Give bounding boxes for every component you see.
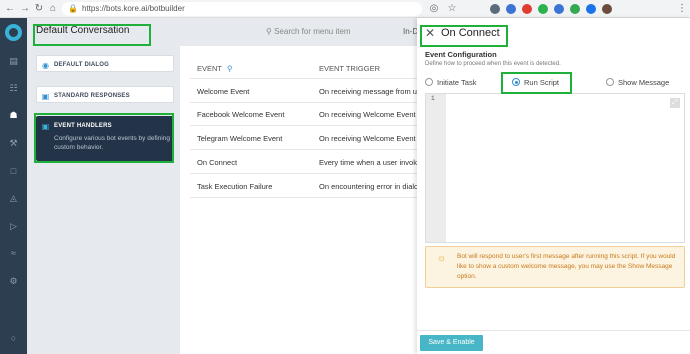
- back-icon[interactable]: ←: [4, 3, 16, 15]
- extension-icon-7[interactable]: [586, 4, 596, 14]
- divider: [190, 197, 417, 198]
- divider: [190, 173, 417, 174]
- intents-icon[interactable]: ☷: [8, 83, 19, 94]
- location-icon[interactable]: ◎: [428, 3, 440, 15]
- kore-logo-icon[interactable]: [5, 24, 22, 41]
- bookmark-star-icon[interactable]: ☆: [446, 3, 458, 15]
- panel-title: On Connect: [441, 27, 500, 39]
- extension-icon-8[interactable]: [602, 4, 612, 14]
- column-header-event[interactable]: EVENT ⚲: [197, 64, 232, 73]
- divider: [190, 149, 417, 150]
- status-indicator: In-D: [403, 27, 419, 36]
- browser-toolbar: ← → ↻ ⌂ 🔒 https://bots.kore.ai/botbuilde…: [0, 0, 690, 18]
- event-trigger: Every time when a user invoke: [319, 158, 417, 167]
- event-name: Telegram Welcome Event: [197, 134, 283, 143]
- profile-icon[interactable]: ○: [8, 333, 19, 344]
- radio-circle-selected[interactable]: [512, 78, 520, 86]
- menu-item-event-handlers[interactable]: ▣ EVENT HANDLERS Configure various bot e…: [36, 116, 174, 161]
- extension-icon-4[interactable]: [538, 4, 548, 14]
- reload-icon[interactable]: ↻: [33, 3, 45, 15]
- script-editor[interactable]: 1 ⤢: [425, 93, 685, 243]
- section-title: Event Configuration: [425, 50, 497, 59]
- radio-circle[interactable]: [425, 78, 433, 86]
- event-trigger: On encountering error in dialo: [319, 182, 417, 191]
- event-handlers-icon: ▣: [41, 122, 50, 131]
- chrome-menu-icon[interactable]: ⋮: [676, 3, 688, 15]
- forward-icon[interactable]: →: [19, 3, 31, 15]
- extension-icon-5[interactable]: [554, 4, 564, 14]
- chat-icon[interactable]: □: [8, 166, 19, 177]
- panel-footer: Save & Enable: [417, 330, 690, 354]
- editor-gutter: 1: [426, 94, 446, 242]
- page-title: Default Conversation: [36, 25, 130, 36]
- conversation-flow-icon[interactable]: ☗: [8, 110, 19, 121]
- radio-label: Initiate Task: [437, 78, 477, 87]
- event-name: Facebook Welcome Event: [197, 110, 285, 119]
- info-message: ☼ Bot will respond to user's first messa…: [425, 246, 685, 288]
- menu-item-label: EVENT HANDLERS: [54, 123, 112, 129]
- info-text: Bot will respond to user's first message…: [457, 253, 676, 280]
- menu-item-default-dialog[interactable]: ◉ DEFAULT DIALOG: [36, 55, 174, 72]
- address-bar[interactable]: 🔒 https://bots.kore.ai/botbuilder: [62, 2, 422, 16]
- line-number: 1: [431, 95, 435, 102]
- settings-gear-icon[interactable]: ⚙: [8, 276, 19, 287]
- radio-label: Show Message: [618, 78, 670, 87]
- publish-icon[interactable]: ▷: [8, 221, 19, 232]
- radio-circle[interactable]: [606, 78, 614, 86]
- search-icon: ⚲: [266, 27, 272, 36]
- search-placeholder: Search for menu item: [274, 27, 351, 36]
- extension-icon-3[interactable]: [522, 4, 532, 14]
- url-text: https://bots.kore.ai/botbuilder: [82, 4, 185, 13]
- menu-search[interactable]: ⚲ Search for menu item: [266, 27, 351, 36]
- lock-icon: 🔒: [68, 4, 78, 13]
- radio-label: Run Script: [524, 78, 560, 87]
- menu-item-standard-responses[interactable]: ▣ STANDARD RESPONSES: [36, 86, 174, 103]
- section-subtitle: Define how to proceed when this event is…: [425, 61, 561, 67]
- expand-icon[interactable]: ⤢: [670, 98, 680, 108]
- event-config-panel: ✕ On Connect Event Configuration Define …: [417, 18, 690, 354]
- message-icon: ▣: [41, 92, 50, 101]
- extension-icon-2[interactable]: [506, 4, 516, 14]
- reports-icon[interactable]: ≈: [8, 248, 19, 259]
- left-rail: ▤ ☷ ☗ ⚒ □ ◬ ▷ ≈ ⚙ ○: [0, 18, 27, 354]
- divider: [190, 78, 417, 79]
- bot-settings-menu: ◉ DEFAULT DIALOG ▣ STANDARD RESPONSES ▣ …: [27, 46, 180, 354]
- divider: [190, 102, 417, 103]
- save-enable-button[interactable]: Save & Enable: [420, 335, 483, 351]
- event-trigger: On receiving Welcome Event f: [319, 134, 417, 143]
- home-icon[interactable]: ⌂: [47, 3, 59, 15]
- event-trigger: On receiving Welcome Event f: [319, 110, 417, 119]
- event-name: Task Execution Failure: [197, 182, 273, 191]
- analytics-icon[interactable]: ▤: [8, 56, 19, 67]
- tools-icon[interactable]: ⚒: [8, 138, 19, 149]
- menu-item-label: STANDARD RESPONSES: [54, 93, 130, 99]
- events-table: EVENT ⚲ EVENT TRIGGER Welcome Event On re…: [180, 46, 417, 354]
- menu-item-label: DEFAULT DIALOG: [54, 62, 110, 68]
- knowledge-icon[interactable]: ◬: [8, 193, 19, 204]
- event-name: Welcome Event: [197, 87, 250, 96]
- search-icon[interactable]: ⚲: [227, 64, 233, 73]
- lightbulb-icon: ☼: [437, 253, 447, 264]
- close-icon[interactable]: ✕: [425, 27, 435, 39]
- divider: [190, 125, 417, 126]
- column-header-trigger: EVENT TRIGGER: [319, 64, 380, 73]
- extension-icon-6[interactable]: [570, 4, 580, 14]
- extension-icon-1[interactable]: [490, 4, 500, 14]
- event-name: On Connect: [197, 158, 238, 167]
- menu-item-description: Configure various bot events by defining…: [54, 135, 170, 151]
- event-trigger: On receiving message from use: [319, 87, 417, 96]
- dialog-icon: ◉: [42, 61, 49, 70]
